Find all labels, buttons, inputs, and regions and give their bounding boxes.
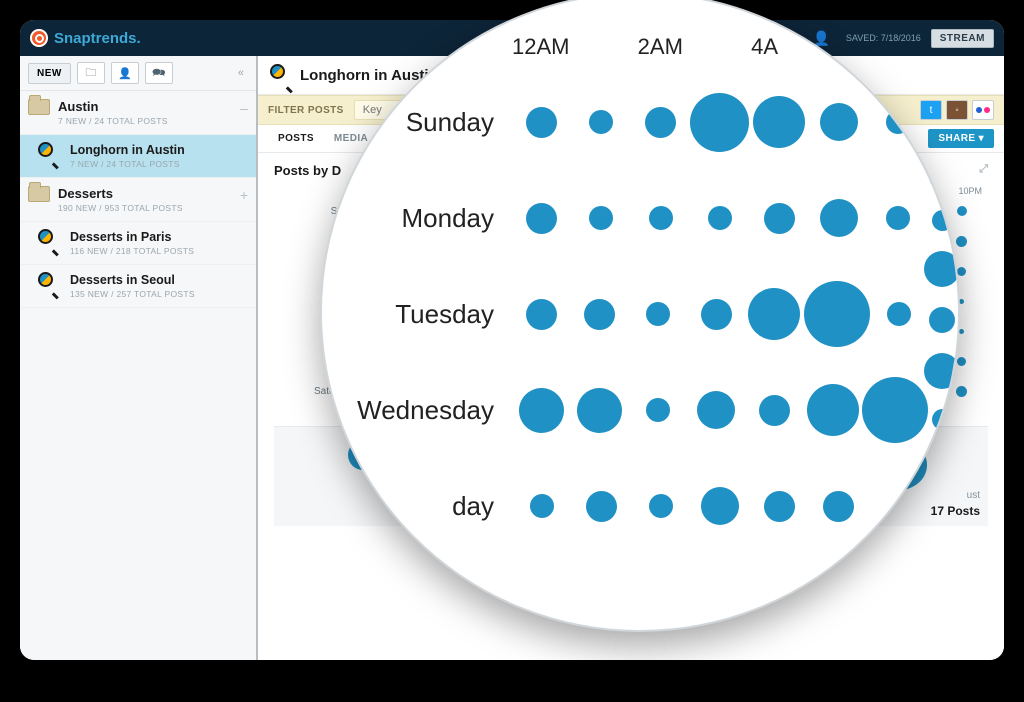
heatmap-bubble[interactable] — [649, 206, 673, 230]
expand-chart-icon[interactable]: ⤢ — [979, 163, 988, 176]
heatmap-bubble[interactable] — [526, 203, 557, 234]
lens-time-axis: 12AM 2AM 4A — [352, 34, 928, 60]
heatmap-bubble[interactable] — [586, 491, 617, 522]
time-label: 12AM — [512, 34, 569, 60]
search-title: Desserts in Paris — [70, 230, 246, 244]
search-meta: 116 NEW / 218 TOTAL POSTS — [70, 246, 246, 256]
heatmap-bubble[interactable] — [589, 206, 613, 230]
lens-heatmap: Sunday Monday Tuesday Wednesday day — [352, 74, 928, 554]
heatmap-bubble[interactable] — [956, 236, 967, 247]
folder-meta: 190 NEW / 953 TOTAL POSTS — [58, 203, 246, 213]
heatmap-bubble[interactable] — [649, 494, 673, 518]
heatmap-bubble[interactable] — [646, 398, 670, 422]
folder-meta: 7 NEW / 24 TOTAL POSTS — [58, 116, 246, 126]
search-desserts-in-paris[interactable]: Desserts in Paris 116 NEW / 218 TOTAL PO… — [20, 222, 256, 265]
heatmap-bubble[interactable] — [886, 206, 910, 230]
heatmap-bubble — [932, 210, 953, 231]
folder-icon — [28, 99, 50, 115]
heatmap-bubble[interactable] — [748, 288, 800, 340]
heatmap-bubble[interactable] — [530, 494, 554, 518]
heatmap-bubble[interactable] — [753, 96, 805, 148]
heatmap-bubble[interactable] — [957, 267, 966, 276]
heatmap-bubble — [927, 613, 958, 632]
lens-day-label: Tuesday — [352, 299, 512, 330]
heatmap-bubble[interactable] — [589, 110, 613, 134]
folder-desserts[interactable]: Desserts 190 NEW / 953 TOTAL POSTS + — [20, 178, 256, 222]
search-title: Longhorn in Austin — [70, 143, 246, 157]
heatmap-bubble[interactable] — [887, 302, 911, 326]
folder-title: Desserts — [58, 186, 246, 201]
heatmap-bubble[interactable] — [886, 110, 910, 134]
lens-day-label: Sunday — [352, 107, 512, 138]
sidebar: NEW 🗀 👤 🗪 « Austin 7 NEW / 24 TOTAL POST… — [20, 56, 258, 660]
search-icon — [38, 272, 58, 292]
heatmap-bubble[interactable] — [820, 199, 858, 237]
lens-day-label: day — [352, 491, 512, 522]
heatmap-bubble[interactable] — [690, 93, 749, 152]
heatmap-bubble — [929, 307, 955, 333]
lens-day-label: Monday — [352, 203, 512, 234]
collapse-icon[interactable]: – — [240, 103, 248, 113]
heatmap-bubble[interactable] — [764, 491, 795, 522]
search-longhorn-in-austin[interactable]: Longhorn in Austin 7 NEW / 24 TOTAL POST… — [20, 135, 256, 178]
person-icon[interactable]: 👤 — [111, 62, 139, 84]
heatmap-bubble[interactable] — [764, 203, 795, 234]
search-meta: 7 NEW / 24 TOTAL POSTS — [70, 159, 246, 169]
heatmap-bubble[interactable] — [577, 388, 622, 433]
heatmap-bubble — [934, 450, 950, 466]
time-label: 2AM — [638, 34, 683, 60]
heatmap-bubble[interactable] — [957, 357, 966, 366]
expand-icon[interactable]: + — [240, 190, 248, 200]
heatmap-bubble[interactable] — [959, 299, 964, 304]
heatmap-bubble[interactable] — [823, 491, 854, 522]
heatmap-bubble — [924, 353, 960, 389]
sidebar-toolbar: NEW 🗀 👤 🗪 « — [20, 56, 256, 91]
time-label: 4A — [751, 34, 778, 60]
heatmap-bubble — [929, 164, 955, 190]
search-icon — [270, 64, 292, 86]
heatmap-bubble[interactable] — [645, 107, 676, 138]
folder-title: Austin — [58, 99, 246, 114]
collapse-sidebar-button[interactable]: « — [234, 67, 248, 79]
new-button[interactable]: NEW — [28, 63, 71, 84]
heatmap-bubble[interactable] — [519, 388, 564, 433]
heatmap-bubble[interactable] — [759, 395, 790, 426]
heatmap-bubble[interactable] — [807, 384, 859, 436]
heatmap-bubble — [932, 409, 953, 430]
heatmap-bubble[interactable] — [584, 299, 615, 330]
brand[interactable]: Snaptrends. — [30, 29, 141, 47]
search-meta: 135 NEW / 257 TOTAL POSTS — [70, 289, 246, 299]
folder-icon[interactable]: 🗀 — [77, 62, 105, 84]
flickr-filter-button[interactable] — [972, 100, 994, 120]
heatmap-bubble[interactable] — [646, 302, 670, 326]
heatmap-bubble[interactable] — [701, 487, 739, 525]
heatmap-bubble[interactable] — [697, 391, 735, 429]
lens-edge-column — [914, 164, 960, 632]
heatmap-bubble[interactable] — [820, 103, 858, 141]
heatmap-bubble[interactable] — [526, 107, 557, 138]
search-desserts-in-seoul[interactable]: Desserts in Seoul 135 NEW / 257 TOTAL PO… — [20, 265, 256, 308]
heatmap-bubble[interactable] — [957, 206, 967, 216]
convo-icon[interactable]: 🗪 — [145, 62, 173, 84]
heatmap-bubble — [922, 552, 961, 593]
folder-austin[interactable]: Austin 7 NEW / 24 TOTAL POSTS – — [20, 91, 256, 135]
heatmap-bubble[interactable] — [956, 386, 967, 397]
search-title: Desserts in Seoul — [70, 273, 246, 287]
tab-posts[interactable]: POSTS — [268, 133, 324, 144]
heatmap-bubble[interactable] — [708, 206, 732, 230]
folder-icon — [28, 186, 50, 202]
lens-day-label: Wednesday — [352, 395, 512, 426]
heatmap-bubble — [924, 251, 960, 287]
search-icon — [38, 142, 58, 162]
heatmap-bubble[interactable] — [804, 281, 870, 347]
zoom-lens: 12AM 2AM 4A Sunday Monday Tuesday Wednesday… — [320, 0, 960, 632]
heatmap-bubble[interactable] — [701, 299, 732, 330]
total-label: ust — [967, 490, 980, 501]
heatmap-bubble — [919, 486, 960, 532]
heatmap-bubble[interactable] — [959, 329, 964, 334]
brand-logo-icon — [30, 29, 48, 47]
search-icon — [38, 229, 58, 249]
heatmap-bubble[interactable] — [526, 299, 557, 330]
brand-text: Snaptrends. — [54, 30, 141, 47]
